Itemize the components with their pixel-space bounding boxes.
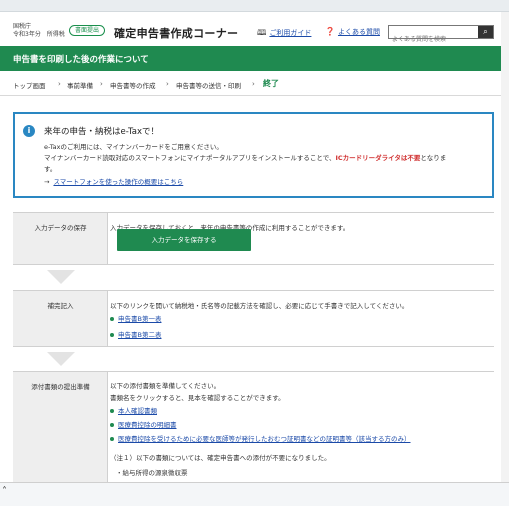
notice-line-3: す。: [44, 165, 57, 173]
notice-line-2-tail: となりま: [420, 154, 447, 162]
bullet-icon: [110, 423, 114, 427]
page-title: 申告書を印刷した後の作業について: [13, 55, 149, 65]
agency-kind: 所得税: [46, 31, 65, 38]
etax-notice: i 来年の申告・納税はe-Taxで！ e-Taxのご利用には、マイナンバーカード…: [13, 112, 494, 198]
notice-line-1: e-Taxのご利用には、マイナンバーカードをご用意ください。: [44, 143, 223, 151]
guide-label: ご利用ガイド: [269, 29, 312, 37]
smartphone-guide-link[interactable]: → スマートフォンを使った操作の概要はこちら: [44, 176, 183, 186]
page-banner: 申告書を印刷した後の作業について: [0, 46, 509, 71]
step-attach-label: 添付書類の提出準備: [31, 383, 90, 391]
id-document-link[interactable]: 本人確認書類: [110, 405, 157, 415]
step-arrow-icon: [47, 352, 75, 366]
breadcrumb-item-top: トップ画面: [13, 82, 46, 90]
step-attach-line-2: 書類名をクリックすると、見本を確認することができます。: [110, 394, 285, 402]
faq-search: ⌕: [388, 25, 494, 46]
step-save-label: 入力データの保存: [34, 224, 87, 232]
notice-highlight: ICカードリーダライタは不要: [335, 154, 421, 162]
step-attach-header: 添付書類の提出準備: [13, 372, 108, 486]
chevron-up-icon[interactable]: ˄: [2, 486, 7, 497]
search-input[interactable]: [389, 33, 478, 46]
faq-link[interactable]: ❓ よくある質問: [325, 27, 380, 37]
breadcrumb-separator: ›: [100, 80, 103, 88]
form-b-page1-label: 申告書B第一表: [118, 315, 162, 323]
breadcrumb-item-create: 申告書等の作成: [110, 82, 156, 90]
submission-method-badge: 書面提出: [69, 25, 106, 36]
step-arrow-icon: [47, 270, 75, 284]
step-attach: 添付書類の提出準備 以下の添付書類を準備してください。 書類名をクリックすると、…: [13, 371, 494, 486]
step-save: 入力データの保存 入力データを保存しておくと、来年の申告書等の作成に利用すること…: [13, 212, 494, 265]
bottom-toolbar: ˄: [0, 482, 509, 506]
bullet-icon: [110, 409, 114, 413]
info-icon: i: [23, 125, 35, 137]
form-b-page2-label: 申告書B第二表: [118, 331, 162, 339]
bullet-icon: [110, 333, 114, 337]
arrow-right-icon: →: [44, 178, 50, 186]
step-supplement-content: 以下のリンクを開いて納税地・氏名等の記載方法を確認し、必要に応じて手書きで記入し…: [110, 291, 494, 346]
breadcrumb-item-current: 終了: [263, 79, 279, 88]
save-data-button[interactable]: 入力データを保存する: [117, 229, 251, 251]
breadcrumb-item-print: 申告書等の送信・印刷: [176, 82, 241, 90]
breadcrumb-separator: ›: [252, 80, 255, 88]
step-attach-content: 以下の添付書類を準備してください。 書類名をクリックすると、見本を確認することが…: [110, 372, 494, 486]
step-save-header: 入力データの保存: [13, 213, 108, 264]
browser-top-strip: [0, 0, 509, 12]
smartphone-guide-label: スマートフォンを使った操作の概要はこちら: [53, 178, 184, 186]
question-icon: ❓: [325, 27, 335, 36]
agency-year: 令和3年分: [13, 31, 41, 38]
search-icon[interactable]: ⌕: [478, 26, 493, 38]
guide-link[interactable]: 🕮 ご利用ガイド: [257, 27, 311, 41]
medical-certificate-label: 医療費控除を受けるために必要な医師等が発行したおむつ証明書などの証明書等（該当す…: [118, 435, 411, 443]
notice-line-2: マイナンバーカード読取対応のスマートフォンにマイナポータルアプリをインストールす…: [44, 152, 446, 162]
step-supplement-label: 補完記入: [47, 302, 74, 310]
faq-label: よくある質問: [337, 28, 380, 36]
step-supplement: 補完記入 以下のリンクを開いて納税地・氏名等の記載方法を確認し、必要に応じて手書…: [13, 290, 494, 347]
breadcrumb-separator: ›: [166, 80, 169, 88]
step-attach-partial: ・給与所得の源泉徴収票: [116, 469, 188, 477]
medical-certificate-link[interactable]: 医療費控除を受けるために必要な医師等が発行したおむつ証明書などの証明書等（該当す…: [110, 433, 411, 443]
step-supplement-description: 以下のリンクを開いて納税地・氏名等の記載方法を確認し、必要に応じて手書きで記入し…: [110, 302, 409, 310]
notice-heading: 来年の申告・納税はe-Taxで！: [44, 127, 160, 137]
bullet-icon: [110, 317, 114, 321]
agency-name: 国税庁: [13, 23, 32, 30]
breadcrumb-item-prep: 事前準備: [67, 82, 93, 90]
step-attach-note: （注１）以下の書類については、確定申告書への添付が不要になりました。: [110, 454, 331, 462]
site-title[interactable]: 確定申告書作成コーナー: [114, 25, 238, 41]
step-save-content: 入力データを保存しておくと、来年の申告書等の作成に利用することができます。 入力…: [110, 213, 494, 264]
form-b-page1-link[interactable]: 申告書B第一表: [110, 313, 161, 323]
id-document-label: 本人確認書類: [118, 407, 157, 415]
step-attach-line-1: 以下の添付書類を準備してください。: [110, 382, 221, 390]
book-icon: 🕮: [257, 28, 267, 37]
step-supplement-header: 補完記入: [13, 291, 108, 346]
bullet-icon: [110, 437, 114, 441]
form-b-page2-link[interactable]: 申告書B第二表: [110, 329, 161, 339]
breadcrumb: トップ画面 › 事前準備 › 申告書等の作成 › 申告書等の送信・印刷 › 終了: [0, 71, 509, 96]
site-header: 国税庁 令和3年分 所得税 書面提出 確定申告書作成コーナー 🕮 ご利用ガイド ❓…: [0, 12, 509, 46]
breadcrumb-separator: ›: [58, 80, 61, 88]
agency-block: 国税庁 令和3年分 所得税: [13, 23, 65, 39]
medical-statement-label: 医療費控除の明細書: [118, 421, 177, 429]
scrollbar[interactable]: [501, 12, 509, 482]
medical-statement-link[interactable]: 医療費控除の明細書: [110, 419, 177, 429]
notice-line-2-text: マイナンバーカード読取対応のスマートフォンにマイナポータルアプリをインストールす…: [44, 154, 336, 162]
